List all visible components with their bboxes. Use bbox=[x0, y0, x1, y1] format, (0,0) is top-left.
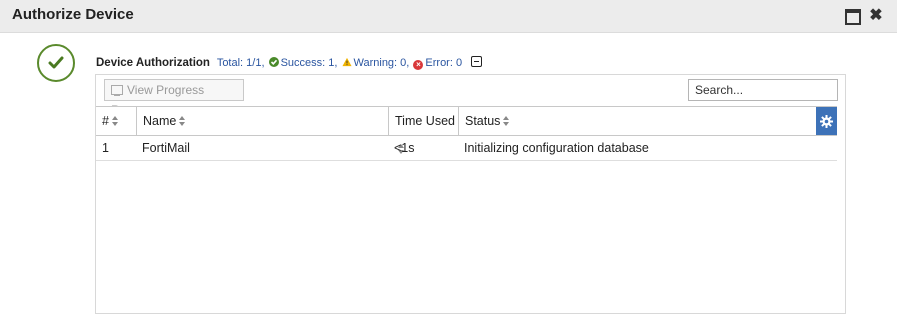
cell-index: 1 bbox=[102, 141, 109, 155]
authorization-summary: Device Authorization Total: 1/1, Success… bbox=[96, 56, 483, 70]
window-title: Authorize Device bbox=[12, 6, 134, 23]
total-count: Total: 1/1, bbox=[216, 57, 265, 69]
success-check-icon bbox=[37, 44, 75, 82]
collapse-icon[interactable] bbox=[471, 56, 483, 67]
column-header-index[interactable]: # bbox=[96, 107, 136, 135]
success-icon bbox=[268, 57, 279, 67]
error-count: Error: 0 bbox=[425, 57, 463, 69]
sort-icon bbox=[179, 116, 186, 126]
cell-name: FortiMail bbox=[142, 141, 190, 155]
error-icon: × bbox=[413, 60, 424, 70]
column-header-name[interactable]: Name bbox=[136, 107, 388, 135]
table-row[interactable]: 1 FortiMail <1s Initializing configurati… bbox=[96, 136, 837, 161]
summary-heading: Device Authorization bbox=[96, 57, 210, 69]
cell-time-used: <1s bbox=[394, 141, 415, 155]
title-bar: Authorize Device ✖ bbox=[0, 0, 897, 33]
table-header: # Name Time Used Status bbox=[96, 106, 837, 154]
cell-status: Initializing configuration database bbox=[464, 141, 649, 155]
gear-icon[interactable] bbox=[816, 107, 837, 135]
success-count: Success: 1, bbox=[280, 57, 338, 69]
warning-icon bbox=[341, 57, 352, 67]
column-header-time-used[interactable]: Time Used bbox=[388, 107, 458, 154]
close-icon[interactable]: ✖ bbox=[868, 8, 884, 24]
sort-icon bbox=[503, 116, 510, 126]
monitor-icon bbox=[111, 85, 123, 96]
sort-icon bbox=[111, 116, 119, 126]
maximize-icon[interactable] bbox=[844, 8, 861, 25]
column-header-status[interactable]: Status bbox=[458, 107, 816, 135]
warning-count: Warning: 0, bbox=[353, 57, 410, 69]
search-input[interactable] bbox=[688, 79, 838, 101]
view-progress-report-button[interactable]: View Progress Report bbox=[104, 79, 244, 117]
